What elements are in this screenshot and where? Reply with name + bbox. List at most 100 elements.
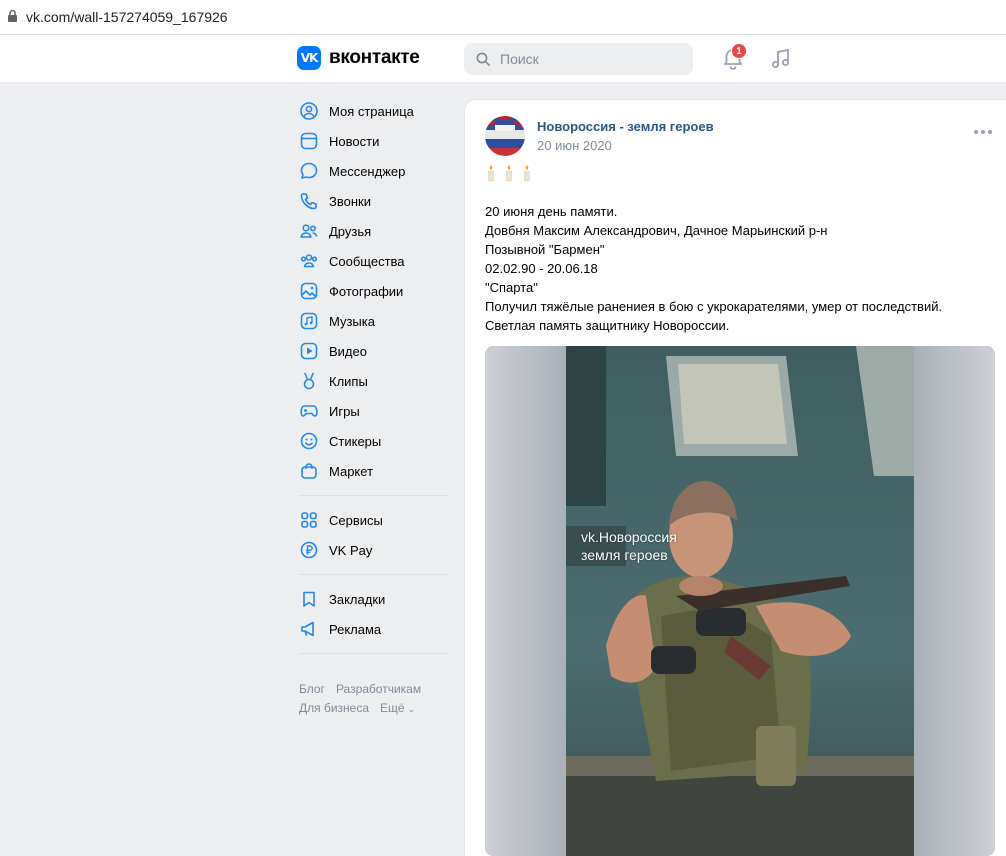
footer-link-more[interactable]: Ещё ⌄ <box>380 701 426 715</box>
nav-item-communities[interactable]: Сообщества <box>299 246 449 276</box>
candle-icon <box>524 165 530 182</box>
nav-item-vk-pay[interactable]: VK Pay <box>299 535 449 565</box>
nav-item-label: Новости <box>329 133 380 149</box>
nav-item-label: Видео <box>329 343 367 359</box>
nav-item-label: Клипы <box>329 373 368 389</box>
browser-address-bar[interactable]: vk.com/wall-157274059_167926 <box>0 0 1006 35</box>
nav-item-news[interactable]: Новости <box>299 126 449 156</box>
nav-item-label: VK Pay <box>329 542 373 558</box>
communities-icon <box>300 254 318 268</box>
vk-logo-text: вконтакте <box>329 47 420 68</box>
nav-item-label: Маркет <box>329 463 374 479</box>
nav-item-video[interactable]: Видео <box>299 336 449 366</box>
user-circle-icon <box>300 102 318 120</box>
nav-item-clips[interactable]: Клипы <box>299 366 449 396</box>
left-nav: Моя страница Новости Мессенджер Звонки Д… <box>299 96 449 663</box>
footer-link-business[interactable]: Для бизнеса <box>299 701 369 715</box>
photo-illustration <box>566 346 914 856</box>
vk-logo-icon: VK <box>297 46 321 70</box>
post-text-line: 02.02.90 - 20.06.18 <box>485 261 598 276</box>
nav-item-music[interactable]: Музыка <box>299 306 449 336</box>
ruble-icon <box>300 541 318 559</box>
photo-blur-left <box>485 346 566 856</box>
nav-item-label: Реклама <box>329 621 382 637</box>
music-note-icon[interactable] <box>768 46 794 72</box>
nav-item-label: Друзья <box>329 223 372 239</box>
footer-link-blog[interactable]: Блог <box>299 682 325 696</box>
nav-item-label: Мессенджер <box>329 163 406 179</box>
music-icon <box>300 312 318 330</box>
post-text: 20 июня день памяти. Довбня Максим Алекс… <box>485 202 985 335</box>
post-text-line: Светлая память защитнику Новороссии. <box>485 318 730 333</box>
gamepad-icon <box>300 405 318 417</box>
nav-item-calls[interactable]: Звонки <box>299 186 449 216</box>
photo-blur-right <box>914 346 995 856</box>
nav-item-label: Моя страница <box>329 103 414 119</box>
vk-header: VK вконтакте Поиск 1 <box>0 35 1006 83</box>
post-date[interactable]: 20 июн 2020 <box>537 138 612 153</box>
nav-item-messenger[interactable]: Мессенджер <box>299 156 449 186</box>
lock-icon <box>8 9 17 22</box>
nav-item-label: Фотографии <box>329 283 404 299</box>
nav-item-services[interactable]: Сервисы <box>299 505 449 535</box>
candle-icon <box>506 165 512 182</box>
nav-item-label: Сервисы <box>329 512 383 528</box>
soldier-photo: vk.Новороссия земля героев <box>566 346 914 856</box>
footer-more-label: Ещё <box>380 701 405 715</box>
video-icon <box>300 342 318 360</box>
photo-icon <box>300 282 318 300</box>
flag-avatar-image <box>485 116 525 156</box>
bag-icon <box>301 463 317 479</box>
post-text-line: "Спарта" <box>485 280 538 295</box>
post-text-line: Позывной "Бармен" <box>485 242 605 257</box>
nav-item-bookmarks[interactable]: Закладки <box>299 584 449 614</box>
nav-item-label: Игры <box>329 403 360 419</box>
candle-emojis <box>485 164 533 182</box>
nav-item-friends[interactable]: Друзья <box>299 216 449 246</box>
url-text[interactable]: vk.com/wall-157274059_167926 <box>26 9 228 25</box>
vk-logo[interactable]: VK вконтакте <box>297 46 420 70</box>
megaphone-icon <box>301 621 314 637</box>
group-name-link[interactable]: Новороссия - земля героев <box>537 119 714 134</box>
nav-item-photos[interactable]: Фотографии <box>299 276 449 306</box>
search-input[interactable]: Поиск <box>464 43 693 75</box>
nav-divider <box>299 574 449 575</box>
services-icon <box>301 512 317 528</box>
nav-item-label: Закладки <box>329 591 386 607</box>
nav-item-games[interactable]: Игры <box>299 396 449 426</box>
photo-watermark: vk.Новороссия земля героев <box>581 528 677 564</box>
nav-footer: Блог Разработчикам Для бизнеса Ещё ⌄ <box>299 680 459 719</box>
news-icon <box>300 132 318 150</box>
nav-item-label: Звонки <box>329 193 371 209</box>
search-icon <box>476 52 490 66</box>
friends-icon <box>300 224 318 238</box>
bookmark-icon <box>303 591 315 607</box>
nav-divider <box>299 653 449 654</box>
clips-icon <box>303 372 315 390</box>
nav-item-label: Музыка <box>329 313 375 329</box>
nav-item-market[interactable]: Маркет <box>299 456 449 486</box>
nav-divider <box>299 495 449 496</box>
candle-icon <box>488 165 494 182</box>
more-options-icon[interactable] <box>974 130 992 134</box>
post-text-line: 20 июня день памяти. <box>485 204 618 219</box>
nav-item-label: Стикеры <box>329 433 382 449</box>
post-text-line: Получил тяжёлые ранениея в бою с укрокар… <box>485 299 943 314</box>
post-photo[interactable]: vk.Новороссия земля героев <box>485 346 995 856</box>
notification-badge: 1 <box>731 43 747 59</box>
nav-item-ads[interactable]: Реклама <box>299 614 449 644</box>
nav-item-my-page[interactable]: Моя страница <box>299 96 449 126</box>
wall-post: Новороссия - земля героев 20 июн 2020 20… <box>464 99 1006 856</box>
chevron-down-icon: ⌄ <box>407 704 416 714</box>
footer-link-developers[interactable]: Разработчикам <box>336 682 421 696</box>
nav-item-label: Сообщества <box>329 253 405 269</box>
search-placeholder: Поиск <box>500 51 539 67</box>
watermark-line: земля героев <box>581 547 668 563</box>
message-icon <box>300 162 318 179</box>
phone-icon <box>300 193 317 210</box>
nav-item-stickers[interactable]: Стикеры <box>299 426 449 456</box>
post-text-line: Довбня Максим Александрович, Дачное Марь… <box>485 223 828 238</box>
watermark-line: vk.Новороссия <box>581 529 677 545</box>
group-avatar[interactable] <box>485 116 525 156</box>
smile-icon <box>300 432 318 450</box>
